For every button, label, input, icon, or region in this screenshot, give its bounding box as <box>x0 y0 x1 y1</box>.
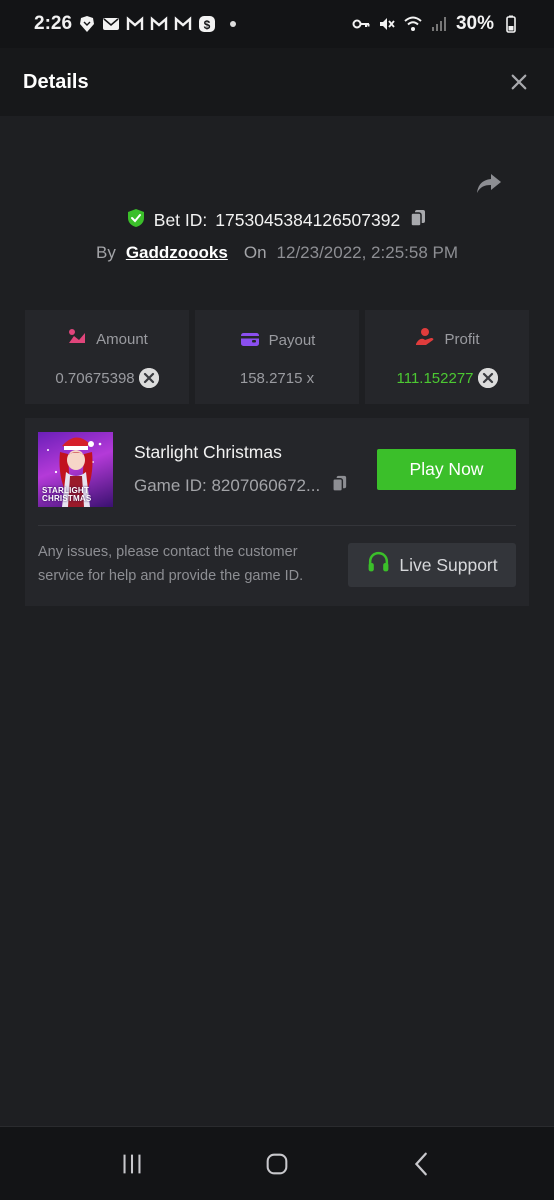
bet-author-row: By Gaddzoooks On 12/23/2022, 2:25:58 PM <box>0 240 554 266</box>
help-text: Any issues, please contact the customer … <box>38 544 304 584</box>
bet-id-row: Bet ID: 1753045384126507392 <box>0 205 554 235</box>
play-now-button[interactable]: Play Now <box>377 449 516 490</box>
username-link[interactable]: Gaddzoooks <box>126 243 228 263</box>
brave-icon <box>78 15 96 33</box>
copy-icon <box>410 209 426 227</box>
stat-value-row: 111.152277 <box>396 368 498 388</box>
status-bar: 2:26 $ 30% <box>0 0 554 48</box>
status-time: 2:26 <box>34 13 73 34</box>
bet-id-value: 1753045384126507392 <box>215 209 401 230</box>
wallet-icon <box>239 328 261 354</box>
bet-id-label: Bet ID: <box>153 209 208 230</box>
system-nav-bar <box>0 1126 554 1200</box>
thumbnail-title: STARLIGHT CHRISTMAS <box>42 487 91 503</box>
stat-amount: Amount 0.70675398 <box>25 310 189 404</box>
live-support-button[interactable]: Live Support <box>348 543 516 587</box>
headset-icon <box>366 550 391 580</box>
stat-value: 0.70675398 <box>55 369 135 387</box>
gmail-icon <box>174 15 192 33</box>
signal-icon <box>430 15 448 33</box>
game-card: STARLIGHT CHRISTMAS Starlight Christmas … <box>25 418 529 606</box>
stat-label: Profit <box>444 330 480 348</box>
verified-shield-icon <box>126 208 146 233</box>
mute-icon <box>378 15 396 33</box>
bet-date: 12/23/2022, 2:25:58 PM <box>276 243 459 262</box>
by-label: By <box>95 243 116 262</box>
cash-app-icon: $ <box>198 15 216 33</box>
stat-label-row: Payout <box>239 328 316 354</box>
stat-value-row: 158.2715 x <box>240 370 314 387</box>
stat-profit: Profit 111.152277 <box>365 310 529 404</box>
stat-value: 158.2715 x <box>239 369 315 387</box>
game-id: Game ID: 8207060672... <box>134 476 321 495</box>
recent-apps-icon <box>123 1154 141 1173</box>
game-thumbnail[interactable]: STARLIGHT CHRISTMAS <box>38 432 113 507</box>
stat-value: 111.152277 <box>396 369 474 387</box>
stat-label: Amount <box>96 330 148 348</box>
stat-label-row: Amount <box>66 326 148 352</box>
gmail-icon <box>150 15 168 33</box>
recent-apps-button[interactable] <box>112 1144 152 1184</box>
status-right: 30% <box>352 13 520 35</box>
share-icon <box>477 174 501 193</box>
on-label: On <box>243 243 267 262</box>
copy-bet-id-button[interactable] <box>408 208 428 233</box>
mail-icon <box>102 15 120 33</box>
wifi-icon <box>404 15 422 33</box>
bet-stats: Amount 0.70675398 Payout 158.2715 x Prof… <box>25 310 529 404</box>
close-icon <box>511 74 527 90</box>
game-id-row: Game ID: 8207060672... <box>134 474 349 498</box>
stat-label-row: Profit <box>414 326 480 352</box>
amount-icon <box>66 326 88 352</box>
stat-label: Payout <box>268 332 316 349</box>
coin-icon <box>138 368 159 388</box>
home-icon <box>266 1153 288 1174</box>
back-icon <box>414 1152 427 1175</box>
key-icon <box>352 15 370 33</box>
share-button[interactable] <box>474 168 504 198</box>
battery-percent: 30% <box>455 13 494 34</box>
game-name: Starlight Christmas <box>134 442 282 462</box>
svg-text:$: $ <box>204 18 211 32</box>
divider <box>38 525 516 526</box>
copy-game-id-button[interactable] <box>330 474 349 498</box>
thumbnail-text-line2: CHRISTMAS <box>42 494 92 503</box>
copy-icon <box>332 475 347 492</box>
gmail-icon <box>126 15 144 33</box>
stat-payout: Payout 158.2715 x <box>195 310 359 404</box>
coin-icon <box>477 368 498 388</box>
profit-icon <box>414 326 436 352</box>
live-support-label: Live Support <box>399 554 498 575</box>
stat-value-row: 0.70675398 <box>55 368 159 388</box>
details-header: Details <box>0 48 554 116</box>
home-button[interactable] <box>257 1144 297 1184</box>
notification-dot <box>230 21 237 27</box>
battery-icon <box>502 15 520 33</box>
status-left: 2:26 $ <box>34 13 237 35</box>
back-button[interactable] <box>402 1144 442 1184</box>
page-title: Details <box>23 70 89 93</box>
close-button[interactable] <box>507 70 531 94</box>
